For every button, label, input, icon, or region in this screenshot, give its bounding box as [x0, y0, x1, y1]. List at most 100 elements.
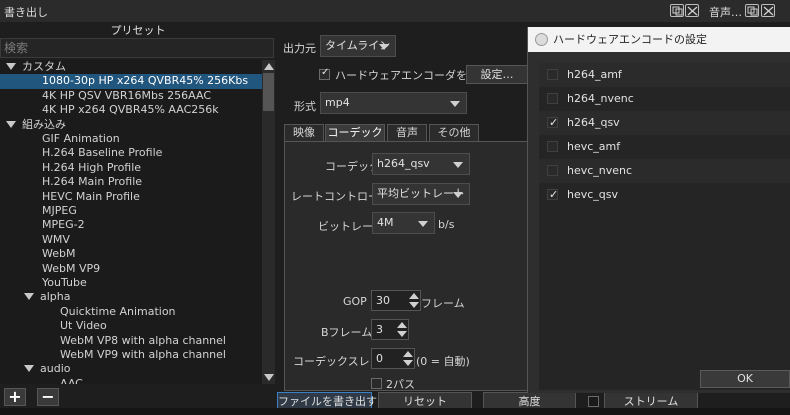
stepper-arrows-icon[interactable]: [402, 349, 414, 368]
tree-item-label: GIF Animation: [42, 132, 120, 145]
expand-caret-icon[interactable]: [6, 120, 16, 128]
format-label: 形式: [294, 100, 316, 113]
tree-item[interactable]: MJPEG: [0, 204, 262, 218]
encoder-list-item[interactable]: ✓ hevc_qsv: [539, 183, 790, 207]
stepper-arrows-icon[interactable]: [408, 291, 420, 310]
tree-item[interactable]: WebM VP8 with alpha channel: [0, 334, 262, 348]
tree-item[interactable]: WebM VP9 with alpha channel: [0, 348, 262, 362]
tree-group[interactable]: alpha: [0, 290, 262, 304]
tree-item-label: 1080-30p HP x264 QVBR45% 256Kbs: [42, 74, 249, 88]
twopass-checkbox[interactable]: [371, 378, 382, 389]
remove-preset-button[interactable]: −: [37, 388, 59, 406]
close-icon[interactable]: [685, 4, 699, 17]
tree-item-label: H.264 Baseline Profile: [42, 146, 163, 160]
threads-hint: (0 = 自動): [416, 355, 470, 368]
output-label: 出力元: [283, 42, 316, 55]
tree-item[interactable]: Quicktime Animation: [0, 305, 262, 319]
gop-stepper[interactable]: 30: [371, 290, 421, 311]
tree-item-label: Quicktime Animation: [60, 304, 176, 318]
tree-item[interactable]: H.264 Baseline Profile: [0, 146, 262, 160]
encoder-checkbox[interactable]: ✓: [547, 188, 558, 201]
encoder-checkbox[interactable]: ✓: [547, 116, 558, 129]
preset-header: プリセット: [0, 22, 276, 38]
encoder-list-item[interactable]: h264_nvenc: [539, 87, 790, 111]
tree-item[interactable]: 4K HP x264 QVBR45% AAC256k: [0, 103, 262, 117]
chevron-down-icon: [453, 192, 463, 198]
encoder-checkbox[interactable]: [547, 165, 558, 176]
stepper-arrows-icon[interactable]: [396, 320, 408, 339]
format-value: mp4: [325, 96, 350, 109]
tree-item-label: H.264 Main Profile: [42, 175, 143, 189]
ratecontrol-select[interactable]: 平均ビットレート: [372, 183, 470, 205]
encoder-list-item[interactable]: h264_amf: [539, 63, 790, 87]
encoder-list[interactable]: h264_amf h264_nvenc ✓ h264_qsv hevc_amf hevc_…: [539, 63, 790, 390]
tree-item[interactable]: 1080-30p HP x264 QVBR45% 256Kbs: [0, 74, 262, 89]
tree-item[interactable]: 4K HP QSV VBR16Mbs 256AAC: [0, 89, 262, 103]
tree-item[interactable]: HEVC Main Profile: [0, 190, 262, 204]
tree-item-label: MJPEG: [42, 204, 77, 217]
tree-item-label: YouTube: [42, 276, 87, 289]
title-bar: 書き出し 音声…: [0, 0, 790, 22]
tree-item-label: 4K HP QSV VBR16Mbs 256AAC: [42, 88, 212, 102]
scroll-down-arrow-icon[interactable]: [264, 374, 274, 381]
encoder-label: hevc_qsv: [567, 188, 619, 201]
tab-codec[interactable]: コーデック: [325, 124, 385, 141]
ok-button[interactable]: OK: [700, 370, 790, 388]
tree-item-label: WebM VP9: [42, 261, 101, 275]
threads-stepper[interactable]: 0: [371, 348, 415, 369]
scroll-up-arrow-icon[interactable]: [264, 63, 274, 70]
format-select[interactable]: mp4: [320, 92, 467, 114]
preset-search-input[interactable]: 検索: [0, 38, 274, 58]
expand-caret-icon[interactable]: [6, 63, 16, 70]
expand-caret-icon[interactable]: [24, 293, 34, 301]
tree-item[interactable]: Ut Video: [0, 319, 262, 333]
tab-video[interactable]: 映像: [284, 124, 324, 141]
tree-item-label: H.264 High Profile: [42, 160, 142, 174]
tree-item[interactable]: WebM VP9: [0, 262, 262, 276]
hw-settings-button[interactable]: 設定…: [466, 65, 528, 84]
tree-item-label: audio: [40, 362, 71, 376]
stream-toggle[interactable]: [588, 396, 599, 407]
audio-close-icon[interactable]: [761, 4, 775, 17]
check-icon: ✓: [321, 67, 330, 78]
audio-restore-icon[interactable]: [745, 4, 759, 17]
check-icon: ✓: [549, 188, 559, 201]
bframes-stepper[interactable]: 3: [371, 319, 409, 340]
tree-item[interactable]: WebM: [0, 247, 262, 261]
preset-tree[interactable]: カスタム 1080-30p HP x264 QVBR45% 256Kbs 4K HP…: [0, 60, 262, 384]
dialog-title: ハードウェアエンコードの設定: [553, 33, 707, 46]
hw-encoder-checkbox[interactable]: ✓: [319, 67, 330, 80]
tree-item-label: 組み込み: [22, 117, 66, 131]
encoder-list-item[interactable]: hevc_nvenc: [539, 159, 790, 183]
tree-group[interactable]: 組み込み: [0, 118, 262, 132]
output-source-select[interactable]: タイムライン: [320, 35, 396, 57]
encoder-list-item[interactable]: hevc_amf: [539, 135, 790, 159]
tree-item[interactable]: H.264 High Profile: [0, 161, 262, 175]
encoder-checkbox[interactable]: [547, 93, 558, 104]
encoder-list-item[interactable]: ✓ h264_qsv: [539, 111, 790, 135]
tree-item[interactable]: H.264 Main Profile: [0, 175, 262, 189]
tree-item[interactable]: AAC: [0, 377, 262, 384]
bitrate-value: 4M: [377, 216, 394, 229]
encoder-checkbox[interactable]: [547, 69, 558, 80]
tree-group[interactable]: カスタム: [0, 60, 262, 74]
add-preset-button[interactable]: +: [4, 388, 26, 406]
restore-icon[interactable]: [670, 4, 684, 17]
tree-item[interactable]: WMV: [0, 233, 262, 247]
codec-select[interactable]: h264_qsv: [372, 153, 470, 175]
tab-audio[interactable]: 音声: [387, 124, 427, 141]
tree-item[interactable]: GIF Animation: [0, 132, 262, 146]
dialog-title-bar: ハードウェアエンコードの設定: [528, 27, 790, 52]
tree-item[interactable]: MPEG-2: [0, 218, 262, 232]
bframes-value: 3: [376, 323, 383, 336]
tree-group[interactable]: audio: [0, 362, 262, 376]
window-title: 書き出し: [4, 6, 48, 19]
preset-scrollbar[interactable]: [262, 60, 275, 384]
tree-item[interactable]: YouTube: [0, 276, 262, 290]
expand-caret-icon[interactable]: [24, 365, 34, 373]
encoder-label: h264_amf: [567, 68, 622, 81]
tab-other[interactable]: その他: [429, 124, 479, 141]
bitrate-select[interactable]: 4M: [372, 212, 435, 234]
encoder-checkbox[interactable]: [547, 141, 558, 152]
scroll-thumb[interactable]: [263, 73, 274, 111]
